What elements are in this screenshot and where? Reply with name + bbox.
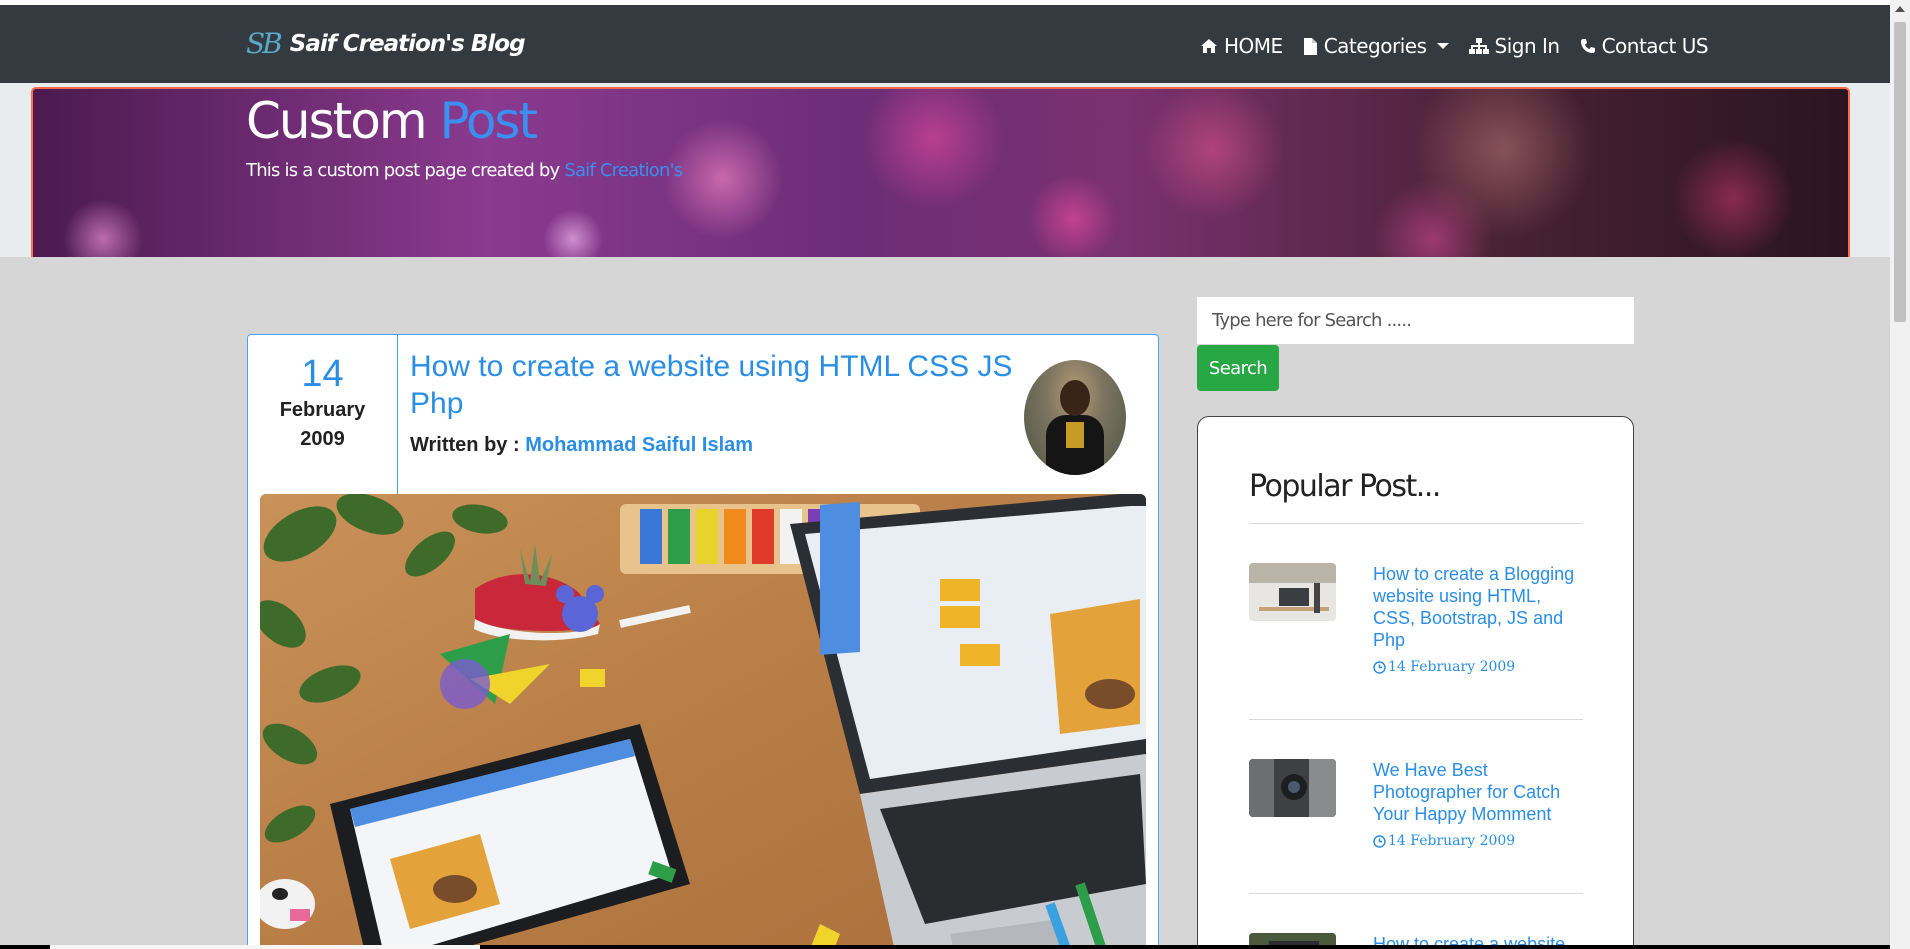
popular-post-date-text: 14 February 2009	[1388, 833, 1516, 849]
nav-contact[interactable]: Contact US	[1580, 34, 1709, 58]
clock-icon	[1373, 660, 1386, 674]
brand-logo: SB	[246, 27, 283, 60]
page-subtitle: This is a custom post page created by Sa…	[246, 160, 683, 181]
page-title-accent: Post	[439, 92, 538, 150]
divider	[1249, 893, 1583, 894]
post-image-illustration	[260, 494, 1146, 949]
popular-posts-panel: Popular Post... How to create a Blogging…	[1197, 416, 1634, 949]
post-author-line: Written by : Mohammad Saiful Islam	[410, 434, 753, 457]
written-by-label: Written by :	[410, 434, 520, 456]
post-card: 14 February 2009 How to create a website…	[247, 334, 1159, 949]
sitemap-icon	[1468, 37, 1489, 54]
author-avatar	[1024, 360, 1126, 475]
nav-home-label: HOME	[1224, 34, 1283, 58]
page-subtitle-text: This is a custom post page created by	[246, 160, 560, 181]
file-icon	[1303, 37, 1317, 55]
nav-sign-in[interactable]: Sign In	[1468, 34, 1561, 58]
post-author-link[interactable]: Mohammad Saiful Islam	[525, 434, 753, 456]
divider	[1249, 719, 1583, 720]
search-button[interactable]: Search	[1197, 345, 1279, 391]
popular-post-thumbnail	[1249, 563, 1336, 621]
navbar: SB Saif Creation's Blog HOME Categories …	[0, 5, 1890, 83]
post-date-month: February	[279, 399, 366, 421]
popular-post-thumbnail	[1249, 759, 1336, 817]
post-date-year: 2009	[300, 428, 345, 450]
post-title[interactable]: How to create a website using HTML CSS J…	[410, 348, 1020, 422]
post-featured-image	[260, 494, 1146, 949]
home-icon	[1201, 39, 1217, 53]
phone-icon	[1580, 39, 1595, 53]
popular-post-date-text: 14 February 2009	[1388, 659, 1516, 675]
avatar-head	[1060, 380, 1090, 416]
popular-post-title[interactable]: We Have Best Photographer for Catch Your…	[1373, 759, 1588, 825]
popular-post-title[interactable]: How to create a Blogging website using H…	[1373, 563, 1588, 651]
nav-menu: HOME Categories Sign In Contact US	[1200, 34, 1728, 58]
popular-post-date: 14 February 2009	[1373, 833, 1515, 849]
search-input[interactable]	[1197, 297, 1634, 344]
page-title: Custom Post	[246, 92, 538, 150]
brand-name: Saif Creation's Blog	[289, 30, 526, 57]
page-title-main: Custom	[246, 92, 428, 150]
post-date: 14 February 2009	[248, 335, 398, 495]
page-subtitle-link[interactable]: Saif Creation's	[564, 160, 683, 181]
nav-sign-in-label: Sign In	[1494, 34, 1561, 58]
scrollbar-thumb[interactable]	[1894, 22, 1906, 322]
nav-categories[interactable]: Categories	[1303, 34, 1449, 58]
divider	[1249, 523, 1583, 524]
clock-icon	[1373, 834, 1386, 848]
scroll-up-arrow-icon[interactable]	[1895, 6, 1905, 12]
avatar-shirt	[1066, 422, 1084, 448]
brand[interactable]: SB Saif Creation's Blog	[246, 27, 526, 60]
post-date-day: 14	[301, 353, 344, 395]
chevron-down-icon	[1436, 43, 1449, 49]
popular-posts-heading: Popular Post...	[1249, 469, 1441, 504]
nav-home[interactable]: HOME	[1200, 34, 1283, 58]
nav-categories-label: Categories	[1323, 34, 1427, 58]
window-bottom-edge-highlight	[50, 945, 480, 949]
nav-contact-label: Contact US	[1601, 34, 1709, 58]
popular-post-date: 14 February 2009	[1373, 659, 1515, 675]
